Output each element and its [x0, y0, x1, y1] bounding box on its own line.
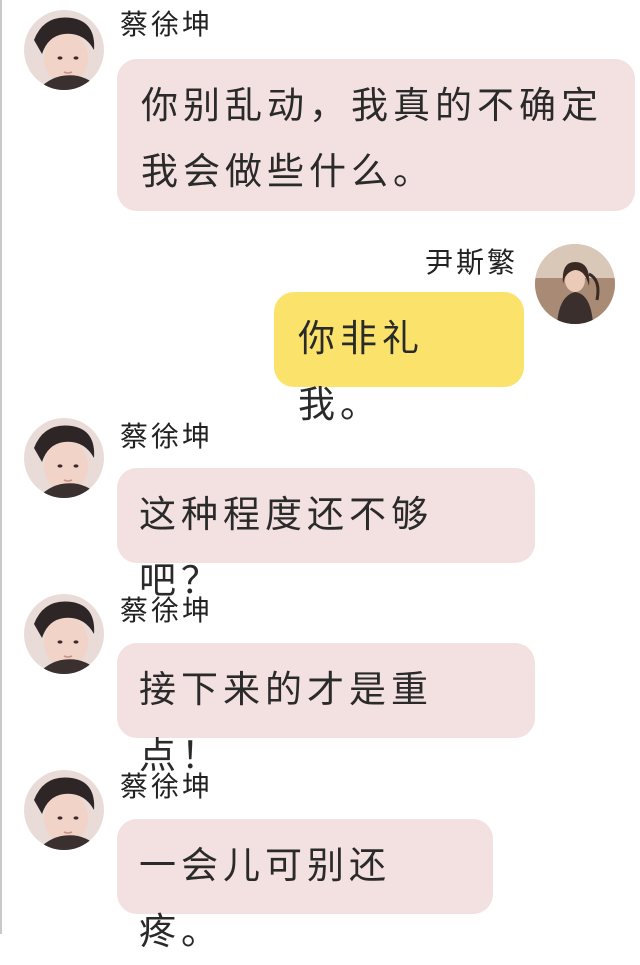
- male-avatar-icon[interactable]: [24, 594, 104, 674]
- male-avatar-icon[interactable]: [24, 770, 104, 850]
- message-4: 蔡徐坤 接下来的才是重点！: [0, 586, 640, 777]
- message-bubble[interactable]: 这种程度还不够吧？: [117, 468, 535, 602]
- female-avatar-icon[interactable]: [535, 244, 615, 324]
- sender-name: 尹斯繁: [425, 246, 519, 279]
- sender-name: 蔡徐坤: [120, 420, 214, 453]
- message-bubble[interactable]: 接下来的才是重点！: [117, 643, 535, 777]
- message-5: 蔡徐坤 一会儿可别还疼。: [0, 762, 640, 953]
- message-bubble[interactable]: 你非礼我。: [274, 292, 524, 426]
- message-bubble[interactable]: 一会儿可别还疼。: [117, 819, 493, 953]
- message-3: 蔡徐坤 这种程度还不够吧？: [0, 410, 640, 602]
- message-2: 尹斯繁 你非礼我。: [0, 236, 640, 426]
- sender-name: 蔡徐坤: [120, 770, 214, 803]
- message-bubble[interactable]: 你别乱动，我真的不确定我会做些什么。: [117, 59, 635, 211]
- sender-name: 蔡徐坤: [120, 8, 214, 41]
- male-avatar-icon[interactable]: [24, 418, 104, 498]
- message-1: 蔡徐坤 你别乱动，我真的不确定我会做些什么。: [0, 0, 640, 220]
- male-avatar-icon[interactable]: [24, 10, 104, 90]
- sender-name: 蔡徐坤: [120, 594, 214, 627]
